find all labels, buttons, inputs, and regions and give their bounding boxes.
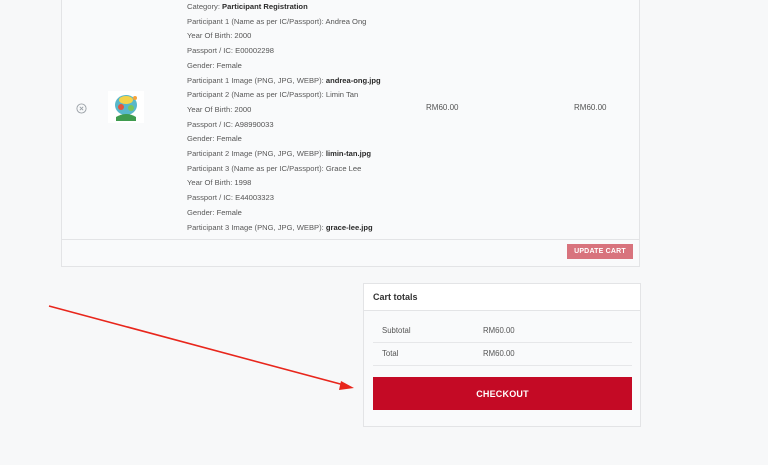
- item-meta-line: Year Of Birth: 2000: [187, 103, 381, 118]
- subtotal-label: Subtotal: [382, 326, 411, 335]
- product-thumbnail[interactable]: [108, 91, 144, 123]
- item-meta-value: A98990033: [234, 119, 274, 129]
- total-row: Total RM60.00: [373, 343, 632, 366]
- item-meta-value: Andrea Ong: [325, 16, 367, 26]
- item-meta-line: Gender: Female: [187, 132, 381, 147]
- checkout-button[interactable]: CHECKOUT: [373, 377, 632, 410]
- item-meta-value: Grace Lee: [325, 163, 362, 173]
- item-meta-label: Participant 1 (Name as per IC/Passport):: [187, 16, 326, 26]
- item-meta-line: Participant 3 Image (PNG, JPG, WEBP): gr…: [187, 221, 381, 236]
- item-subtotal: RM60.00: [574, 103, 607, 112]
- item-meta-line: Participant 2 (Name as per IC/Passport):…: [187, 88, 381, 103]
- item-meta-value: Female: [216, 207, 242, 217]
- remove-item-icon[interactable]: [76, 103, 87, 114]
- item-meta-line: Category: Participant Registration: [187, 0, 381, 15]
- total-label: Total: [382, 349, 399, 358]
- item-meta-line: Participant 3 (Name as per IC/Passport):…: [187, 162, 381, 177]
- item-meta-value: Limin Tan: [325, 90, 359, 100]
- item-meta-value: 2000: [234, 104, 252, 114]
- item-meta-value: Participant Registration: [222, 2, 308, 11]
- item-meta-line: Participant 1 Image (PNG, JPG, WEBP): an…: [187, 74, 381, 89]
- item-meta-label: Category:: [187, 2, 223, 11]
- item-meta-value: 2000: [234, 31, 252, 41]
- item-meta-line: Passport / IC: E00002298: [187, 44, 381, 59]
- item-meta-line: Year Of Birth: 2000: [187, 29, 381, 44]
- item-meta-label: Gender:: [187, 207, 217, 217]
- item-meta-label: Participant 1 Image (PNG, JPG, WEBP):: [187, 75, 326, 85]
- subtotal-value: RM60.00: [483, 326, 515, 335]
- update-cart-button[interactable]: UPDATE CART: [567, 244, 633, 259]
- item-meta-line: Gender: Female: [187, 206, 381, 221]
- item-meta-label: Gender:: [187, 134, 217, 144]
- subtotal-row: Subtotal RM60.00: [373, 320, 632, 343]
- cart-item-row: Category: Participant Registration Partic…: [62, 0, 639, 240]
- item-meta-value: Female: [216, 60, 242, 70]
- item-meta-label: Year Of Birth:: [187, 31, 235, 41]
- item-meta-value: 1998: [234, 178, 252, 188]
- item-meta-line: Passport / IC: E44003323: [187, 191, 381, 206]
- item-meta-line: Year Of Birth: 1998: [187, 176, 381, 191]
- item-meta-line: Passport / IC: A98990033: [187, 118, 381, 133]
- item-meta-label: Participant 3 Image (PNG, JPG, WEBP):: [187, 222, 326, 232]
- item-meta-value: limin-tan.jpg: [325, 149, 371, 159]
- item-meta-label: Participant 2 Image (PNG, JPG, WEBP):: [187, 149, 326, 159]
- item-meta-line: Gender: Female: [187, 59, 381, 74]
- cart-totals-title: Cart totals: [364, 284, 640, 311]
- item-meta-label: Gender:: [187, 60, 217, 70]
- item-meta-label: Year Of Birth:: [187, 104, 235, 114]
- cart-table: Category: Participant Registration Partic…: [61, 0, 640, 267]
- item-meta-label: Year Of Birth:: [187, 178, 235, 188]
- item-meta-line: Participant 2 Image (PNG, JPG, WEBP): li…: [187, 147, 381, 162]
- item-meta-label: Passport / IC:: [187, 193, 236, 203]
- item-meta-line: Participant 1 (Name as per IC/Passport):…: [187, 15, 381, 30]
- item-meta: Category: Participant Registration Partic…: [187, 0, 381, 235]
- cart-totals: Cart totals Subtotal RM60.00 Total RM60.…: [363, 283, 641, 427]
- item-price: RM60.00: [426, 103, 459, 112]
- item-meta-label: Passport / IC:: [187, 46, 236, 56]
- item-meta-value: andrea-ong.jpg: [325, 75, 381, 85]
- item-meta-label: Passport / IC:: [187, 119, 235, 129]
- total-value: RM60.00: [483, 349, 515, 358]
- item-meta-value: E44003323: [235, 193, 274, 203]
- item-meta-label: Participant 3 (Name as per IC/Passport):: [187, 163, 326, 173]
- item-meta-value: Female: [216, 134, 242, 144]
- item-meta-value: E00002298: [235, 46, 274, 56]
- item-meta-label: Participant 2 (Name as per IC/Passport):: [187, 90, 326, 100]
- item-meta-value: grace-lee.jpg: [325, 222, 373, 232]
